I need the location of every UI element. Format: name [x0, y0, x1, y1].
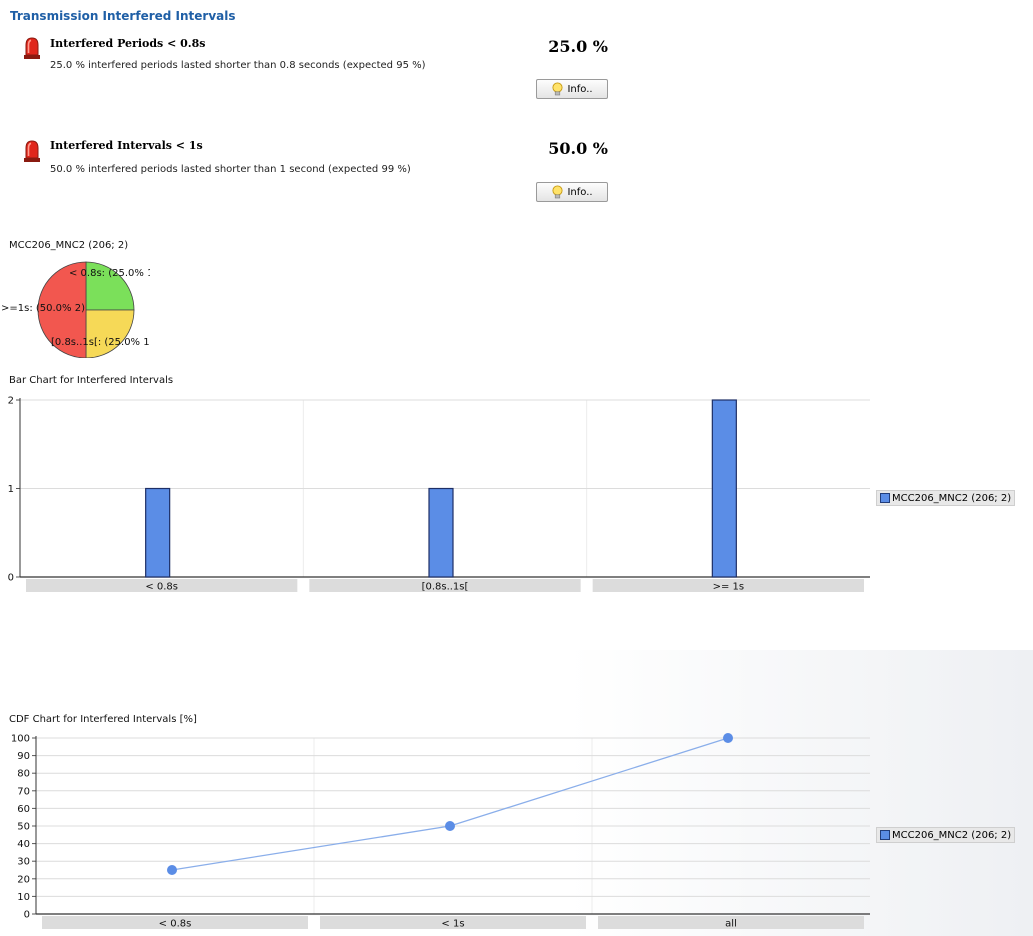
y-tick-label: 2 — [8, 396, 14, 407]
y-tick-label: 30 — [17, 857, 30, 868]
legend-swatch — [880, 830, 890, 840]
y-tick-label: 70 — [17, 786, 30, 797]
x-tick-label: < 0.8s — [145, 582, 178, 593]
kpi-title: Interfered Periods < 0.8s — [50, 37, 206, 50]
kpi-description: 25.0 % interfered periods lasted shorter… — [50, 60, 426, 71]
y-tick-label: 1 — [8, 484, 14, 495]
series-line — [171, 737, 729, 871]
pie-slice-label: < 0.8s: (25.0% 1) — [69, 268, 150, 279]
y-tick-label: 0 — [8, 573, 14, 584]
x-tick-label: all — [725, 919, 737, 930]
cdf-chart-title: CDF Chart for Interfered Intervals [%] — [9, 714, 197, 725]
bar — [145, 487, 171, 578]
y-tick-label: 10 — [17, 892, 30, 903]
info-button[interactable]: Info.. — [536, 79, 608, 99]
legend-label: MCC206_MNC2 (206; 2) — [892, 492, 1012, 504]
y-tick-label: 100 — [11, 734, 30, 745]
bar-chart-title: Bar Chart for Interfered Intervals — [9, 375, 174, 386]
data-point — [723, 733, 733, 743]
bar — [428, 487, 454, 578]
y-tick-label: 60 — [17, 804, 30, 815]
kpi-description: 50.0 % interfered periods lasted shorter… — [50, 164, 411, 175]
legend-label: MCC206_MNC2 (206; 2) — [892, 829, 1012, 841]
x-tick-label: < 1s — [441, 919, 464, 930]
y-tick-label: 80 — [17, 769, 30, 780]
pie-chart: < 0.8s: (25.0% 1) [0.8s..1s[: (25.0% 1) … — [1, 261, 150, 358]
y-tick-label: 20 — [17, 874, 30, 885]
x-tick-label: >= 1s — [713, 582, 745, 593]
pie-slice-label: >=1s: (50.0% 2) — [1, 303, 85, 314]
section-title: Transmission Interfered Intervals — [10, 9, 236, 23]
data-point — [445, 821, 455, 831]
pie-slice-label: [0.8s..1s[: (25.0% 1) — [51, 337, 150, 348]
data-point — [167, 865, 177, 875]
y-tick-label: 0 — [24, 910, 30, 921]
bar-chart-legend: MCC206_MNC2 (206; 2) — [876, 490, 1016, 506]
red-alarm-icon — [24, 37, 40, 59]
bar-chart: 0 1 2 < 0.8s [0.8s..1s[ >= 1s — [8, 396, 870, 593]
info-button-label: Info.. — [567, 83, 593, 95]
bar — [711, 399, 737, 578]
kpi-title: Interfered Intervals < 1s — [50, 139, 203, 152]
pie-slice — [85, 309, 135, 358]
x-tick-label: [0.8s..1s[ — [422, 582, 469, 593]
legend-swatch — [880, 493, 890, 503]
pie-chart-title: MCC206_MNC2 (206; 2) — [9, 240, 129, 251]
info-button-label: Info.. — [567, 186, 593, 198]
kpi-value: 25.0 % — [548, 37, 608, 56]
y-tick-label: 90 — [17, 751, 30, 762]
lightbulb-icon — [552, 81, 563, 95]
cdf-chart: 0 10 20 30 40 50 60 70 80 90 100 < 0.8s < 1s all — [11, 733, 870, 930]
kpi-value: 50.0 % — [548, 139, 608, 158]
x-tick-label: < 0.8s — [159, 919, 192, 930]
cdf-chart-legend: MCC206_MNC2 (206; 2) — [876, 827, 1016, 843]
lightbulb-icon — [552, 184, 563, 198]
y-tick-label: 50 — [17, 822, 30, 833]
y-tick-label: 40 — [17, 839, 30, 850]
info-button[interactable]: Info.. — [536, 182, 608, 202]
red-alarm-icon — [24, 140, 40, 162]
